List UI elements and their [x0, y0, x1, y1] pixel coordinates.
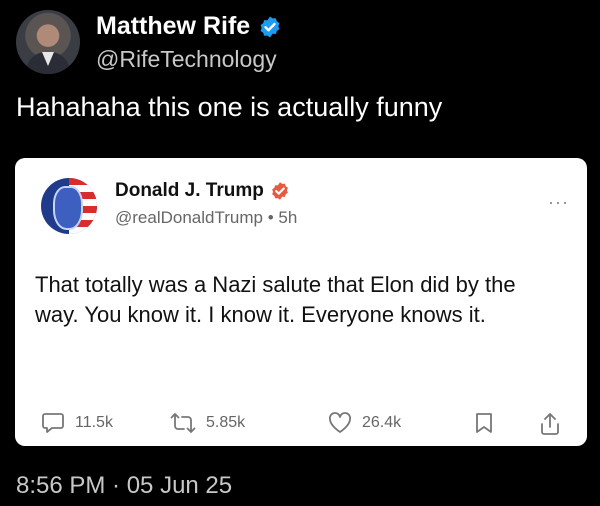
- action-bar: 11.5k 5.85k 26.4k: [15, 406, 587, 440]
- quoted-author[interactable]: Donald J. Trump: [115, 180, 290, 202]
- quoted-avatar[interactable]: [41, 178, 97, 234]
- repost-count: 5.85k: [206, 414, 246, 431]
- repost-icon: [170, 413, 196, 433]
- verified-badge-icon: [260, 16, 280, 37]
- quoted-handle[interactable]: @realDonaldTrump: [115, 208, 263, 227]
- bookmark-icon: [476, 413, 492, 433]
- quoted-author-name[interactable]: Donald J. Trump: [115, 180, 264, 202]
- share-button[interactable]: [539, 412, 561, 436]
- heart-icon: [329, 412, 351, 433]
- post-author-name[interactable]: Matthew Rife: [96, 12, 250, 41]
- more-icon[interactable]: ···: [548, 192, 569, 213]
- post-author[interactable]: Matthew Rife: [96, 12, 282, 41]
- post-avatar[interactable]: [16, 10, 80, 74]
- post-handle[interactable]: @RifeTechnology: [96, 46, 277, 73]
- quoted-meta: @realDonaldTrump • 5h: [115, 208, 297, 228]
- post-timestamp[interactable]: 8:56 PM · 05 Jun 25: [16, 472, 232, 500]
- reply-button[interactable]: 11.5k: [41, 412, 113, 434]
- reply-count: 11.5k: [75, 414, 113, 431]
- like-count: 26.4k: [362, 414, 402, 431]
- like-button[interactable]: 26.4k: [328, 412, 401, 434]
- quoted-time: 5h: [278, 208, 298, 227]
- repost-button[interactable]: 5.85k: [170, 412, 245, 434]
- meta-separator: •: [267, 208, 274, 227]
- bookmark-button[interactable]: [475, 412, 493, 434]
- reply-icon: [42, 413, 64, 433]
- quoted-text: That totally was a Nazi salute that Elon…: [35, 272, 516, 327]
- quoted-post-card[interactable]: Donald J. Trump @realDonaldTrump • 5h ··…: [15, 158, 587, 446]
- post-text: Hahahaha this one is actually funny: [16, 92, 443, 122]
- share-icon: [541, 413, 559, 435]
- verified-badge-icon: [272, 182, 288, 200]
